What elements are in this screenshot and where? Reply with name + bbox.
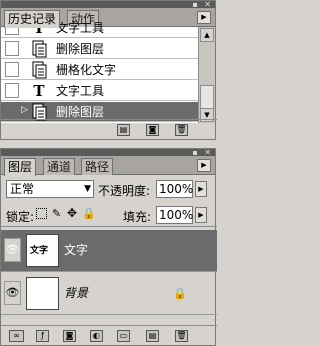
history-panel: ▪ ✕ 历史记录 动作 ▶ T 文字工具 删除图层 栅格化文字 T 文字工具 ▷… bbox=[0, 0, 217, 140]
history-item[interactable]: 删除图层 bbox=[1, 39, 198, 59]
blend-row: 正常 ▼ 不透明度: 100% ▶ bbox=[1, 178, 217, 200]
layer-name[interactable]: 文字 bbox=[64, 242, 88, 258]
opacity-input[interactable]: 100% bbox=[156, 180, 193, 198]
type-tool-icon: T bbox=[33, 82, 45, 100]
history-scrollbar[interactable]: ▲ ▼ bbox=[198, 27, 215, 123]
lock-transparent-icon[interactable] bbox=[36, 208, 47, 219]
trash-icon[interactable]: 🗑 bbox=[175, 330, 188, 342]
blend-mode-value: 正常 bbox=[10, 182, 35, 196]
document-icon bbox=[31, 40, 47, 58]
history-item-label: 文字工具 bbox=[56, 21, 105, 35]
new-snapshot-icon[interactable]: ◙ bbox=[146, 124, 159, 136]
lock-all-icon[interactable]: 🔒 bbox=[82, 207, 96, 220]
lock-position-move-icon[interactable]: ✥ bbox=[67, 206, 77, 220]
lock-image-brush-icon[interactable]: ✎ bbox=[52, 207, 61, 220]
scroll-up-button[interactable]: ▲ bbox=[200, 28, 214, 42]
layer-name[interactable]: 背景 bbox=[64, 285, 88, 301]
layer-row-background[interactable]: 👁 背景 🔒 bbox=[1, 273, 217, 315]
history-list: T 文字工具 删除图层 栅格化文字 T 文字工具 ▷ 删除图层 bbox=[1, 19, 198, 123]
layers-panel-titlebar[interactable]: ▪ ✕ bbox=[1, 148, 215, 157]
layer-style-icon[interactable]: ƒ bbox=[36, 330, 49, 342]
layers-tabs: 图层 通道 路径 ▶ bbox=[1, 156, 215, 176]
history-item-label: 删除图层 bbox=[56, 105, 105, 119]
scroll-thumb[interactable] bbox=[200, 85, 214, 109]
panel-menu-button[interactable]: ▶ bbox=[197, 11, 211, 24]
fill-input[interactable]: 100% bbox=[156, 206, 193, 224]
tab-layers[interactable]: 图层 bbox=[4, 158, 37, 176]
history-brush-source-box[interactable] bbox=[5, 62, 19, 77]
history-item-label: 删除图层 bbox=[56, 42, 105, 56]
blend-mode-select[interactable]: 正常 ▼ bbox=[6, 180, 94, 198]
panel-menu-button[interactable]: ▶ bbox=[197, 159, 211, 172]
layer-thumbnail-text: 文字 bbox=[30, 246, 49, 256]
adjustment-layer-icon[interactable]: ◐ bbox=[90, 330, 103, 342]
history-footer: ▤ ◙ 🗑 bbox=[1, 119, 217, 139]
eye-visibility-icon[interactable]: 👁 bbox=[4, 281, 21, 305]
tab-channels[interactable]: 通道 bbox=[43, 158, 76, 175]
lock-icon: 🔒 bbox=[173, 287, 187, 300]
layer-row-text[interactable]: 👁 文字 文字 bbox=[1, 230, 217, 272]
opacity-label: 不透明度: bbox=[98, 184, 151, 198]
new-document-from-state-icon[interactable]: ▤ bbox=[117, 124, 130, 136]
add-mask-icon[interactable]: ◙ bbox=[63, 330, 76, 342]
history-state-arrow-icon: ▷ bbox=[21, 105, 28, 115]
layer-thumbnail bbox=[26, 277, 59, 310]
tab-history[interactable]: 历史记录 bbox=[4, 10, 61, 28]
lock-row: 锁定: ✎ ✥ 🔒 填充: 100% ▶ bbox=[1, 205, 217, 227]
history-item-label: 栅格化文字 bbox=[56, 63, 117, 77]
history-brush-source-box[interactable] bbox=[5, 41, 19, 56]
layer-thumbnail: 文字 bbox=[26, 234, 59, 267]
history-item[interactable]: T 文字工具 bbox=[1, 81, 198, 101]
new-group-folder-icon[interactable]: ▭ bbox=[117, 330, 130, 342]
new-layer-icon[interactable]: ▤ bbox=[146, 330, 159, 342]
layers-footer: ∞ ƒ ◙ ◐ ▭ ▤ 🗑 bbox=[1, 325, 217, 345]
opacity-slider-button[interactable]: ▶ bbox=[195, 181, 207, 197]
document-icon bbox=[31, 61, 47, 79]
history-item-label: 文字工具 bbox=[56, 84, 105, 98]
layers-panel: ▪ ✕ 图层 通道 路径 ▶ 正常 ▼ 不透明度: 100% ▶ 锁定: ✎ ✥… bbox=[0, 148, 217, 346]
tab-paths[interactable]: 路径 bbox=[81, 158, 114, 175]
history-panel-titlebar[interactable]: ▪ ✕ bbox=[1, 0, 215, 9]
fill-label: 填充: bbox=[123, 210, 152, 224]
chevron-down-icon: ▼ bbox=[84, 184, 91, 194]
link-layers-icon[interactable]: ∞ bbox=[9, 330, 24, 342]
fill-slider-button[interactable]: ▶ bbox=[195, 207, 207, 223]
eye-visibility-icon[interactable]: 👁 bbox=[4, 238, 21, 262]
lock-label: 锁定: bbox=[6, 210, 35, 224]
history-brush-source-box[interactable] bbox=[5, 104, 19, 119]
history-brush-source-box[interactable] bbox=[5, 83, 19, 98]
history-item[interactable]: 栅格化文字 bbox=[1, 60, 198, 80]
trash-icon[interactable]: 🗑 bbox=[175, 124, 188, 136]
